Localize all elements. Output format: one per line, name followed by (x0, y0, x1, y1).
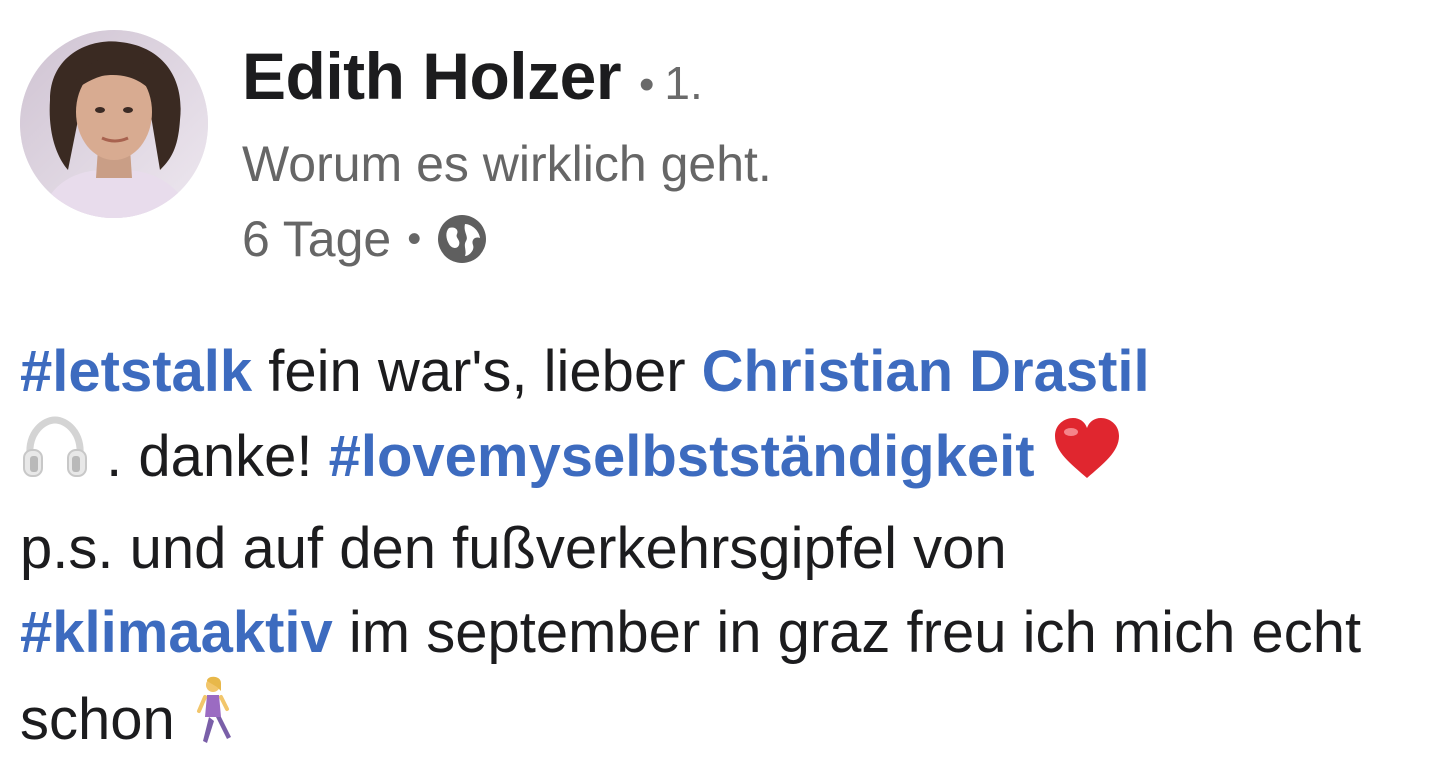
globe-icon (435, 212, 489, 266)
author-line: Edith Holzer • 1. (242, 38, 772, 126)
hashtag-link[interactable]: #letstalk (20, 339, 252, 404)
post-header: Edith Holzer • 1. Worum es wirklich geht… (242, 38, 772, 272)
author-avatar[interactable] (20, 30, 208, 218)
connection-degree: 1. (664, 57, 703, 109)
post-content: #letstalk fein war's, lieber Christian D… (20, 330, 1420, 769)
author-headline: Worum es wirklich geht. (242, 136, 772, 192)
post-meta: 6 Tage • (242, 206, 772, 272)
hashtag-link[interactable]: #klimaaktiv (20, 600, 333, 665)
hashtag-link[interactable]: #lovemyselbstständigkeit (329, 424, 1035, 489)
post-time: 6 Tage (242, 211, 392, 267)
woman-walking-emoji (191, 675, 239, 769)
avatar-photo (20, 30, 208, 218)
feed-post: Edith Holzer • 1. Worum es wirklich geht… (0, 0, 1440, 769)
red-heart-emoji (1051, 414, 1123, 507)
author-name[interactable]: Edith Holzer (242, 38, 622, 114)
post-text: . danke! (90, 424, 329, 489)
separator-dot: • (639, 60, 655, 109)
separator-dot: • (407, 216, 422, 261)
post-text: fein war's, lieber (252, 339, 702, 404)
headphones-emoji (20, 414, 90, 507)
mention-link[interactable]: Christian Drastil (702, 339, 1150, 404)
post-text: p.s. und auf den fußverkehrsgipfel von (20, 516, 1007, 581)
